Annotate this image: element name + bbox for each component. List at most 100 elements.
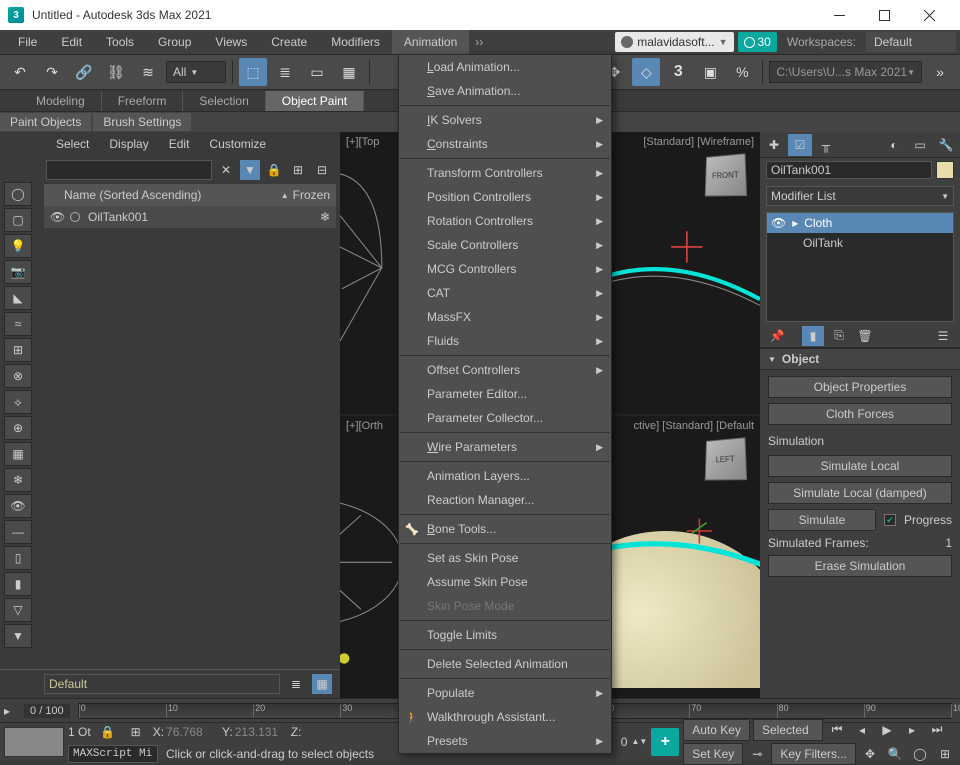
window-crossing-button[interactable]: ▦	[335, 58, 363, 86]
anim-menu-walkthrough-assistant[interactable]: 🚶Walkthrough Assistant...	[399, 705, 611, 729]
hierarchy-tab-icon[interactable]: ╥	[814, 134, 838, 156]
menu-group[interactable]: Group	[146, 30, 203, 54]
layer-a-icon[interactable]: ≣	[286, 674, 306, 694]
timeline-expand-icon[interactable]: ▸	[0, 704, 14, 718]
filter-geometry-icon[interactable]: ◯	[4, 182, 32, 206]
menu-create[interactable]: Create	[259, 30, 319, 54]
filter-hidden-icon[interactable]: 👁	[4, 494, 32, 518]
filter-x-icon[interactable]: ⊗	[4, 364, 32, 388]
close-button[interactable]	[907, 0, 952, 30]
modifier-list-dropdown[interactable]: Modifier List▼	[766, 186, 954, 206]
tab-modeling[interactable]: Modeling	[20, 91, 102, 111]
scene-select-menu[interactable]: Select	[46, 137, 99, 151]
modifier-stack[interactable]: 👁▸Cloth OilTank	[766, 212, 954, 322]
clear-search-icon[interactable]: ✕	[216, 160, 236, 180]
scene-list-header[interactable]: Name (Sorted Ascending) ▲ Frozen	[44, 184, 336, 206]
scene-display-menu[interactable]: Display	[99, 137, 158, 151]
goto-end-icon[interactable]: ⏭	[926, 719, 948, 741]
frozen-icon[interactable]: ❄	[320, 210, 330, 224]
scene-customize-menu[interactable]: Customize	[199, 137, 276, 151]
subtab-brush-settings[interactable]: Brush Settings	[93, 113, 191, 131]
key-filter-dropdown[interactable]: Selected	[753, 719, 823, 741]
anim-menu-assume-skin-pose[interactable]: Assume Skin Pose	[399, 570, 611, 594]
rotate-button[interactable]: ◇	[632, 58, 660, 86]
filter-sep-icon[interactable]: —	[4, 520, 32, 544]
view-b-icon[interactable]: ⊟	[312, 160, 332, 180]
bind-icon[interactable]: ≋	[134, 58, 162, 86]
filter-bone-icon[interactable]: ⟡	[4, 390, 32, 414]
progress-checkbox[interactable]: ✔	[884, 514, 896, 526]
auto-key-button[interactable]: Auto Key	[683, 719, 750, 741]
filter-d-icon[interactable]: ▼	[4, 624, 32, 648]
erase-simulation-button[interactable]: Erase Simulation	[768, 555, 952, 577]
toolbar-overflow-icon[interactable]: »	[926, 58, 954, 86]
nav-orbit-icon[interactable]: ◯	[909, 743, 931, 765]
rect-region-button[interactable]: ▭	[303, 58, 331, 86]
filter-c-icon[interactable]: ▽	[4, 598, 32, 622]
modifier-oiltank[interactable]: OilTank	[767, 233, 953, 253]
object-color-swatch[interactable]	[936, 161, 954, 179]
create-tab-icon[interactable]: ✚	[762, 134, 786, 156]
anim-menu-transform-controllers[interactable]: Transform Controllers▶	[399, 161, 611, 185]
cloth-forces-button[interactable]: Cloth Forces	[768, 403, 952, 425]
placement-button[interactable]: ▣	[696, 58, 724, 86]
anim-menu-populate[interactable]: Populate▶	[399, 681, 611, 705]
link-button[interactable]: 🔗	[70, 58, 98, 86]
select-name-button[interactable]: ≣	[271, 58, 299, 86]
filter-a-icon[interactable]: ▯	[4, 546, 32, 570]
redo-button[interactable]: ↷	[38, 58, 66, 86]
anim-menu-load-animation[interactable]: Load Animation...	[399, 55, 611, 79]
menu-edit[interactable]: Edit	[49, 30, 94, 54]
nav-pan-icon[interactable]: ✥	[859, 743, 881, 765]
selection-set-icon[interactable]: ▼	[240, 160, 260, 180]
filter-lights-icon[interactable]: 💡	[4, 234, 32, 258]
key-filters-button[interactable]: Key Filters...	[771, 743, 856, 765]
simulate-local-damped-button[interactable]: Simulate Local (damped)	[768, 482, 952, 504]
selection-filter-dropdown[interactable]: All▼	[166, 61, 226, 83]
anim-menu-set-as-skin-pose[interactable]: Set as Skin Pose	[399, 546, 611, 570]
layer-dropdown[interactable]: Default	[44, 674, 280, 694]
simulate-local-button[interactable]: Simulate Local	[768, 455, 952, 477]
modify-tab-icon[interactable]: ☑	[788, 134, 812, 156]
pin-stack-icon[interactable]: 📌	[766, 326, 788, 346]
layer-b-icon[interactable]: ▦	[312, 674, 332, 694]
prev-key-icon[interactable]: ◂	[851, 719, 873, 741]
filter-groups-icon[interactable]: ⊞	[4, 338, 32, 362]
project-path-field[interactable]: C:\Users\U...s Max 2021▼	[769, 61, 922, 83]
lock-icon[interactable]: 🔒	[264, 160, 284, 180]
eye-icon[interactable]: 👁	[771, 216, 786, 230]
play-icon[interactable]: ▶	[876, 719, 898, 741]
simulate-button[interactable]: Simulate	[768, 509, 876, 531]
scene-item-oiltank[interactable]: 👁 OilTank001 ❄	[44, 206, 336, 228]
anim-menu-constraints[interactable]: Constraints▶	[399, 132, 611, 156]
anim-menu-ik-solvers[interactable]: IK Solvers▶	[399, 108, 611, 132]
menu-modifiers[interactable]: Modifiers	[319, 30, 392, 54]
filter-container-icon[interactable]: ▦	[4, 442, 32, 466]
anim-menu-wire-parameters[interactable]: Wire Parameters▶	[399, 435, 611, 459]
tab-object-paint[interactable]: Object Paint	[266, 91, 364, 111]
tab-selection[interactable]: Selection	[183, 91, 265, 111]
filter-cameras-icon[interactable]: 📷	[4, 260, 32, 284]
anim-menu-offset-controllers[interactable]: Offset Controllers▶	[399, 358, 611, 382]
menu-animation[interactable]: Animation	[392, 30, 469, 54]
anim-menu-scale-controllers[interactable]: Scale Controllers▶	[399, 233, 611, 257]
anim-menu-save-animation[interactable]: Save Animation...	[399, 79, 611, 103]
motion-tab-icon[interactable]: ◐	[882, 134, 906, 156]
object-properties-button[interactable]: Object Properties	[768, 376, 952, 398]
anim-menu-toggle-limits[interactable]: Toggle Limits	[399, 623, 611, 647]
anim-menu-mcg-controllers[interactable]: MCG Controllers▶	[399, 257, 611, 281]
remove-modifier-icon[interactable]: 🗑	[854, 326, 876, 346]
next-key-icon[interactable]: ▸	[901, 719, 923, 741]
view-a-icon[interactable]: ⊞	[288, 160, 308, 180]
tab-freeform[interactable]: Freeform	[102, 91, 184, 111]
scale-button[interactable]: 3	[664, 58, 692, 86]
nav-zoom-icon[interactable]: 🔍	[884, 743, 906, 765]
anim-menu-presets[interactable]: Presets▶	[399, 729, 611, 753]
show-end-result-icon[interactable]: ▮	[802, 326, 824, 346]
key-mode-icon[interactable]: ⊸	[746, 743, 768, 765]
undo-button[interactable]: ↶	[6, 58, 34, 86]
goto-start-icon[interactable]: ⏮	[826, 719, 848, 741]
anim-menu-bone-tools[interactable]: 🦴Bone Tools...	[399, 517, 611, 541]
percent-snap-button[interactable]: %	[728, 58, 756, 86]
make-unique-icon[interactable]: ⎘	[828, 326, 850, 346]
